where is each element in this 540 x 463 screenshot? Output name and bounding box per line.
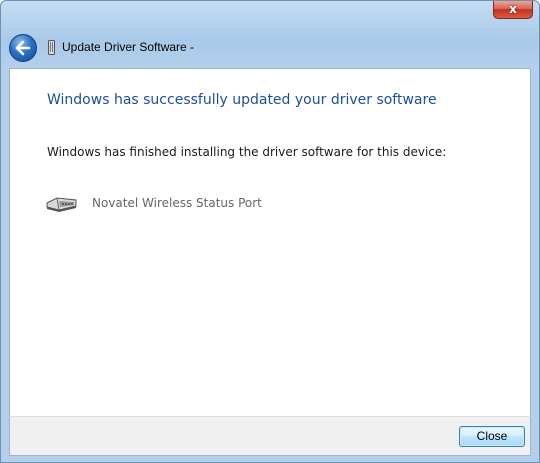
port-connector-icon	[46, 197, 77, 212]
success-heading: Windows has successfully updated your dr…	[47, 92, 437, 108]
update-driver-dialog: x Update Driver Software - Windows has s…	[0, 0, 540, 463]
window-close-button[interactable]: x	[493, 1, 533, 19]
content-panel: Windows has successfully updated your dr…	[9, 68, 531, 416]
close-icon: x	[509, 2, 517, 16]
button-bar: Close	[9, 416, 531, 456]
close-button[interactable]: Close	[459, 426, 525, 447]
back-arrow-icon	[15, 40, 31, 56]
status-message: Windows has finished installing the driv…	[47, 145, 447, 159]
usb-device-icon	[48, 40, 55, 55]
device-name: Novatel Wireless Status Port	[92, 196, 262, 210]
window-title: Update Driver Software -	[62, 40, 195, 54]
back-button[interactable]	[9, 34, 37, 62]
